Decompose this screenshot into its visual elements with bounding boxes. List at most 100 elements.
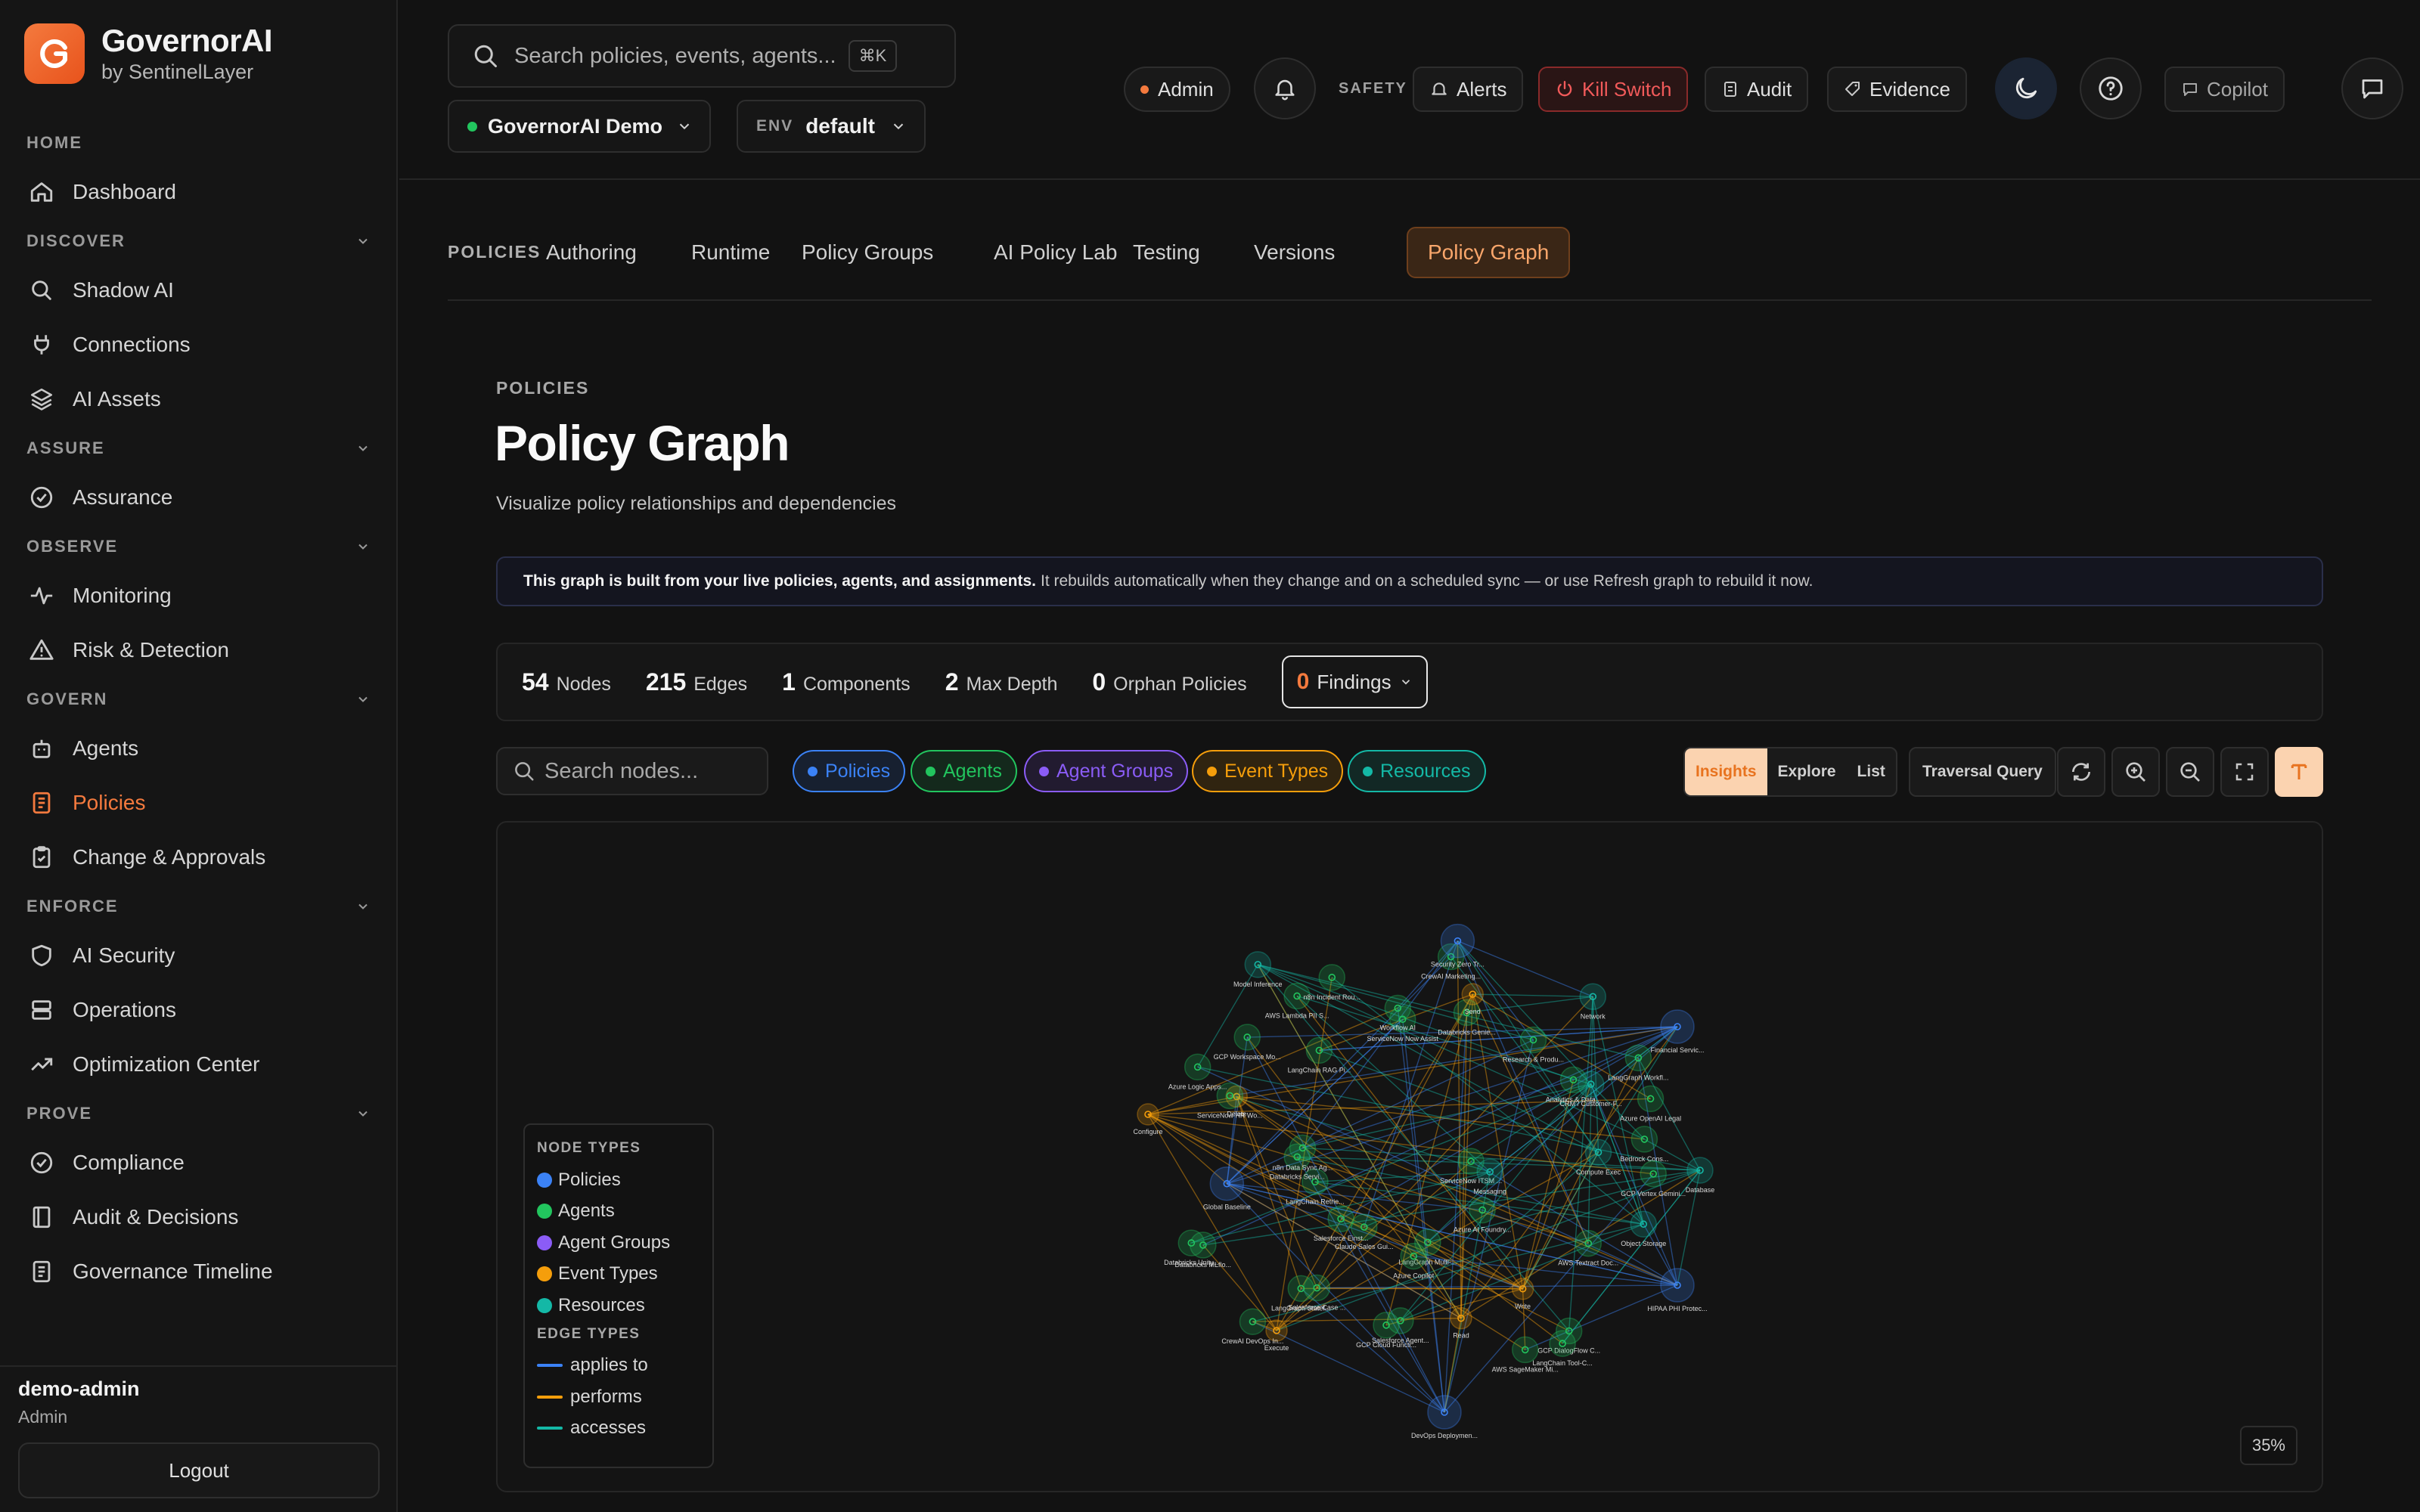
graph-node-circle[interactable] [1387,1307,1414,1334]
toggle-labels-button[interactable] [2275,747,2323,797]
node-search-input[interactable]: Search nodes... [496,747,768,795]
graph-node-circle[interactable] [1137,1103,1159,1126]
tab-versions[interactable]: Versions [1234,227,1354,278]
help-button[interactable] [2080,57,2142,119]
tab-policy-graph[interactable]: Policy Graph [1407,227,1571,278]
graph-node[interactable]: GCP Workspace Mo... [1214,1024,1281,1061]
graph-node[interactable]: n8n Incident Rou... [1303,964,1360,1001]
graph-node-circle[interactable] [1476,1158,1503,1185]
view-mode-insights[interactable]: Insights [1685,748,1767,795]
graph-node[interactable]: LangChain RAG Pi... [1288,1036,1351,1074]
nav-section-observe[interactable]: OBSERVE [0,525,398,569]
sidebar-item-shadow-ai[interactable]: Shadow AI [0,263,398,318]
graph-node[interactable]: Object Storage [1621,1210,1666,1247]
tab-authoring[interactable]: Authoring [526,227,656,278]
graph-node-circle[interactable] [1660,1268,1695,1303]
graph-node-circle[interactable] [1469,1196,1496,1224]
graph-node-circle[interactable] [1686,1157,1714,1184]
audit-button[interactable]: Audit [1705,67,1809,112]
graph-node-circle[interactable] [1511,1336,1539,1364]
graph-node-circle[interactable] [1640,1160,1667,1188]
graph-node[interactable]: Database [1686,1157,1715,1194]
graph-node[interactable]: AWS Lambda PII S... [1265,982,1329,1019]
graph-node-circle[interactable] [1660,1009,1695,1044]
sidebar-item-change-approvals[interactable]: Change & Approvals [0,830,398,885]
alerts-button[interactable]: Alerts [1413,67,1524,112]
zoom-out-button[interactable] [2166,747,2214,797]
kill-switch-button[interactable]: Kill Switch [1538,67,1689,112]
policy-graph[interactable]: ServiceNow ITSM ...MessagingAzure AI Fou… [498,823,2323,1492]
filter-chip-event-types[interactable]: Event Types [1192,750,1344,792]
graph-node-circle[interactable] [1177,1229,1205,1256]
graph-node-circle[interactable] [1305,1036,1333,1064]
sidebar-item-optimization-center[interactable]: Optimization Center [0,1037,398,1092]
traversal-query-button[interactable]: Traversal Query [1909,747,2056,797]
sidebar-item-policies[interactable]: Policies [0,776,398,830]
role-badge[interactable]: Admin [1124,67,1230,112]
view-mode-explore[interactable]: Explore [1767,748,1847,795]
global-search-input[interactable]: Search policies, events, agents... ⌘K [448,24,956,88]
graph-node-circle[interactable] [1244,951,1272,978]
graph-node[interactable]: Network [1579,983,1607,1020]
graph-node-circle[interactable] [1584,1139,1612,1167]
nav-section-discover[interactable]: DISCOVER [0,219,398,263]
graph-node-circle[interactable] [1327,1205,1354,1232]
findings-dropdown[interactable]: 0 Findings [1281,655,1428,708]
graph-node[interactable]: DevOps Deploymen... [1411,1395,1478,1439]
graph-node-circle[interactable] [1450,1306,1472,1330]
sidebar-item-ai-assets[interactable]: AI Assets [0,372,398,426]
graph-node-circle[interactable] [1575,1229,1602,1257]
nav-section-govern[interactable]: GOVERN [0,677,398,721]
graph-node-circle[interactable] [1239,1308,1267,1335]
graph-node-circle[interactable] [1233,1024,1261,1051]
graph-node[interactable]: Send [1461,983,1485,1015]
graph-canvas[interactable]: ServiceNow ITSM ... Messaging Azure AI Fou… [496,821,2323,1492]
sidebar-item-assurance[interactable]: Assurance [0,470,398,525]
sidebar-item-audit-decisions[interactable]: Audit & Decisions [0,1190,398,1244]
graph-node-circle[interactable] [1400,1242,1427,1270]
graph-node[interactable]: Model Inference [1233,951,1283,988]
graph-node-circle[interactable] [1637,1085,1665,1113]
graph-node-circle[interactable] [1511,1278,1534,1300]
sidebar-item-monitoring[interactable]: Monitoring [0,569,398,623]
view-mode-list[interactable]: List [1847,748,1896,795]
messages-button[interactable] [2341,57,2403,119]
filter-chip-agents[interactable]: Agents [911,750,1017,792]
nav-section-prove[interactable]: PROVE [0,1092,398,1136]
graph-node[interactable]: AWS SageMaker Mi... [1492,1336,1559,1373]
brand[interactable]: GovernorAI by SentinelLayer [24,23,273,84]
copilot-button[interactable]: Copilot [2164,67,2285,112]
graph-node-circle[interactable] [1384,994,1412,1022]
graph-node-circle[interactable] [1209,1166,1245,1201]
graph-node[interactable]: Write [1511,1278,1534,1310]
graph-node-circle[interactable] [1549,1330,1576,1357]
logout-button[interactable]: Logout [18,1442,380,1498]
graph-node[interactable]: Execute [1264,1319,1289,1352]
evidence-button[interactable]: Evidence [1827,67,1967,112]
sidebar-item-agents[interactable]: Agents [0,721,398,776]
nav-section-enforce[interactable]: ENFORCE [0,885,398,928]
graph-node-circle[interactable] [1427,1395,1462,1430]
graph-node-circle[interactable] [1630,1126,1658,1153]
graph-node-circle[interactable] [1184,1053,1212,1081]
graph-node[interactable]: Financial Servic... [1650,1009,1705,1054]
graph-node-circle[interactable] [1630,1210,1658,1238]
graph-node[interactable]: Read [1450,1306,1472,1340]
graph-node-circle[interactable] [1579,983,1607,1011]
graph-node-circle[interactable] [1440,923,1475,959]
workspace-select[interactable]: GovernorAI Demo [448,100,711,153]
theme-toggle-button[interactable] [1995,57,2057,119]
graph-node[interactable]: Security Zero Tr... [1431,923,1485,968]
filter-chip-agent-groups[interactable]: Agent Groups [1024,750,1189,792]
notifications-button[interactable] [1254,57,1316,119]
filter-chip-policies[interactable]: Policies [793,750,906,792]
sidebar-item-dashboard[interactable]: Dashboard [0,165,398,219]
sidebar-item-compliance[interactable]: Compliance [0,1136,398,1190]
sidebar-item-connections[interactable]: Connections [0,318,398,372]
graph-node[interactable]: AWS Textract Doc... [1558,1229,1618,1267]
env-select[interactable]: ENV default [737,100,926,153]
tab-policy-groups[interactable]: Policy Groups [782,227,953,278]
graph-node-circle[interactable] [1577,1070,1605,1098]
fullscreen-button[interactable] [2220,747,2269,797]
zoom-in-button[interactable] [2111,747,2160,797]
